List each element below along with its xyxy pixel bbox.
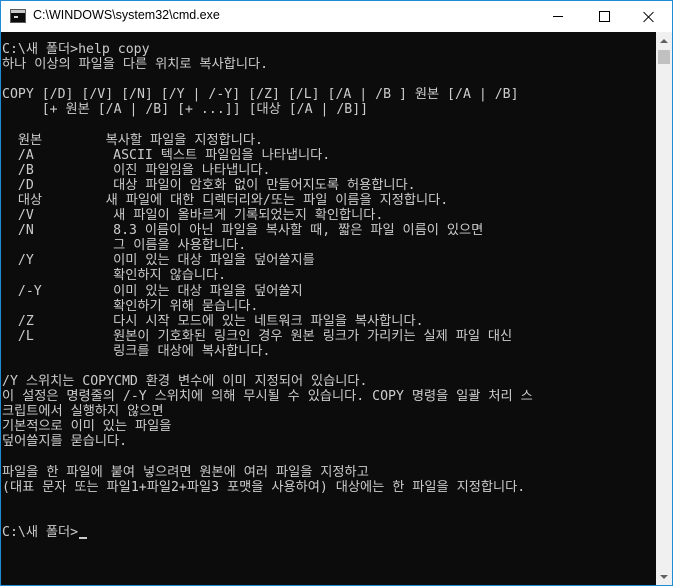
- close-icon: [643, 11, 655, 23]
- console-line: /D 대상 파일이 암호화 없이 만들어지도록 허용합니다.: [2, 177, 416, 193]
- console-text: C:\새 폴더>help copy 하나 이상의 파일을 다른 위치로 복사합니…: [1, 32, 656, 540]
- console-line: /B 이진 파일임을 나타냅니다.: [2, 162, 271, 178]
- scroll-up-button[interactable]: [656, 32, 672, 49]
- console-line: 확인하기 위해 묻습니다.: [2, 298, 259, 314]
- scrollbar-thumb[interactable]: [658, 50, 670, 64]
- cmd-window: C:\WINDOWS\system32\cmd.exe C:\새 폴더>help…: [0, 0, 673, 586]
- close-button[interactable]: [626, 1, 672, 32]
- console-line: 크립트에서 실행하지 않으면: [2, 404, 164, 420]
- maximize-button[interactable]: [581, 1, 627, 32]
- title-bar[interactable]: C:\WINDOWS\system32\cmd.exe: [1, 1, 672, 32]
- vertical-scrollbar[interactable]: [656, 32, 672, 585]
- console-line: /Y 스위치는 COPYCMD 환경 변수에 이미 지정되어 있습니다.: [2, 374, 368, 390]
- console-output[interactable]: C:\새 폴더>help copy 하나 이상의 파일을 다른 위치로 복사합니…: [1, 32, 656, 585]
- text-cursor: [79, 537, 88, 539]
- console-line: /A ASCII 텍스트 파일임을 나타냅니다.: [2, 147, 331, 163]
- console-line: /Y 이미 있는 대상 파일을 덮어쓸지를: [2, 253, 315, 269]
- console-line: 덮어쓸지를 묻습니다.: [2, 434, 128, 450]
- console-line: 확인하지 않습니다.: [2, 268, 227, 284]
- console-line: /-Y 이미 있는 대상 파일을 덮어쓸지: [2, 283, 303, 299]
- console-line: COPY [/D] [/V] [/N] [/Y | /-Y] [/Z] [/L]…: [2, 87, 519, 103]
- maximize-icon: [598, 11, 610, 22]
- command-prompt-icon[interactable]: [10, 9, 26, 23]
- scroll-down-arrow-icon: [660, 574, 668, 579]
- window-title: C:\WINDOWS\system32\cmd.exe: [33, 8, 220, 22]
- minimize-button[interactable]: [535, 1, 581, 32]
- console-line: /V 새 파일이 올바르게 기록되었는지 확인합니다.: [2, 208, 384, 224]
- console-line: /L 원본이 기호화된 링크인 경우 원본 링크가 가리키는 실제 파일 대신: [2, 328, 513, 344]
- console-line: 대상 새 파일에 대한 디렉터리와/또는 파일 이름을 지정합니다.: [2, 192, 449, 208]
- console-line: 이 설정은 명령줄의 /-Y 스위치에 의해 무시될 수 있습니다. COPY …: [2, 389, 533, 405]
- console-line: (대표 문자 또는 파일1+파일2+파일3 포맷을 사용하여) 대상에는 한 파…: [2, 479, 526, 495]
- scroll-up-arrow-icon: [660, 38, 668, 43]
- minimize-icon: [553, 16, 563, 17]
- console-line: C:\새 폴더>: [2, 525, 79, 540]
- console-line: [+ 원본 [/A | /B] [+ ...]] [대상 [/A | /B]]: [2, 102, 369, 118]
- console-line: /Z 다시 시작 모드에 있는 네트워크 파일을 복사합니다.: [2, 313, 424, 329]
- console-line: 그 이름을 사용합니다.: [2, 238, 247, 254]
- console-line: C:\새 폴더>help copy: [2, 42, 150, 57]
- console-line: 파일을 한 파일에 붙여 넣으려면 원본에 여러 파일을 지정하고: [2, 464, 369, 480]
- console-line: /N 8.3 이름이 아닌 파일을 복사할 때, 짧은 파일 이름이 있으면: [2, 223, 484, 239]
- console-line: 하나 이상의 파일을 다른 위치로 복사합니다.: [2, 57, 269, 73]
- console-line: 기본적으로 이미 있는 파일을: [2, 419, 172, 435]
- scroll-down-button[interactable]: [656, 568, 672, 585]
- console-line: 원본 복사할 파일을 지정합니다.: [2, 132, 263, 148]
- console-line: 링크를 대상에 복사합니다.: [2, 343, 271, 359]
